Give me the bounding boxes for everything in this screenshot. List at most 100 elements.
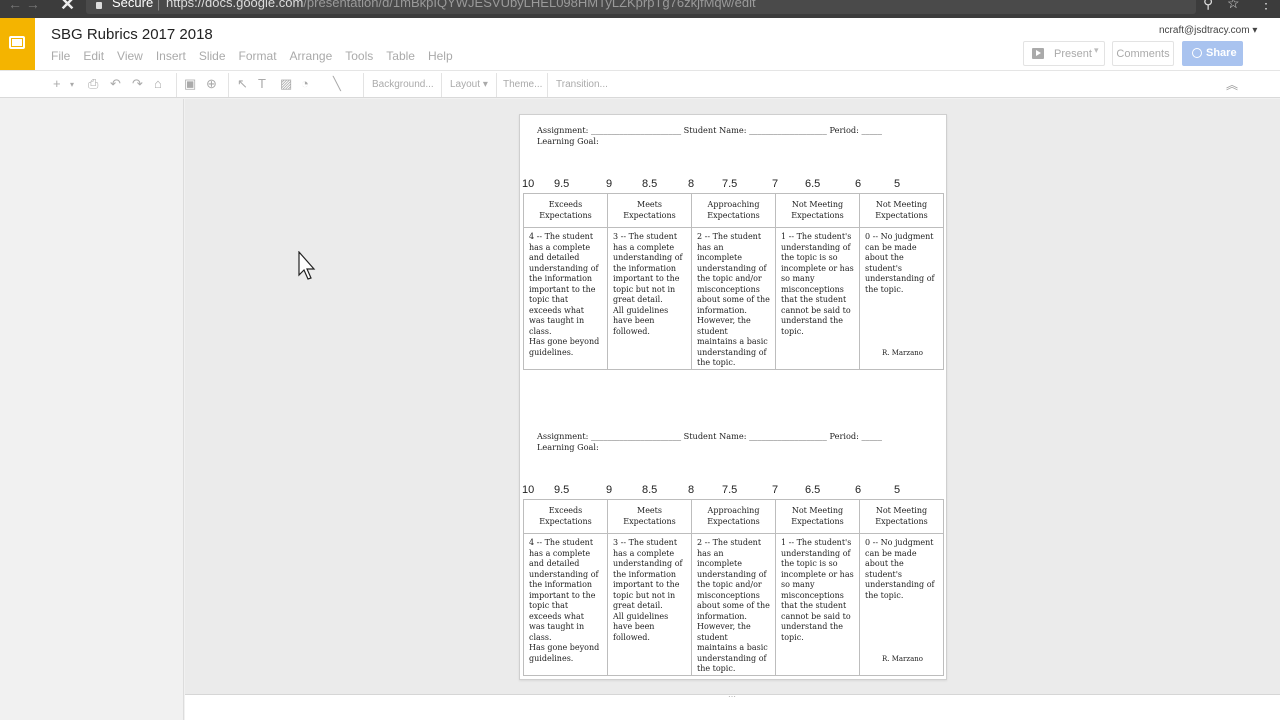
rubric-cell[interactable]: 1 -- The student's understanding of the … [775,533,860,676]
toolbar-divider [363,73,364,97]
document-title[interactable]: SBG Rubrics 2017 2018 [51,26,213,43]
bookmark-star-icon[interactable]: ☆ [1227,0,1240,12]
menu-file[interactable]: File [51,49,70,63]
notes-resize-handle[interactable]: ⋯ [728,692,737,701]
print-icon[interactable]: ⎙ [88,76,98,92]
filmstrip-panel[interactable] [0,99,184,720]
score-label: 9 [606,178,613,190]
transition-button[interactable]: Transition... [556,79,608,90]
rubric-column-title[interactable]: Not Meeting Expectations [859,193,944,228]
rubric-cell[interactable]: 2 -- The student has an incomplete under… [691,227,776,370]
select-arrow-icon[interactable]: ↖ [237,76,248,92]
menu-arrange[interactable]: Arrange [290,49,333,63]
text-box-icon[interactable]: T [258,76,266,91]
undo-icon[interactable]: ↶ [110,76,121,92]
menu-edit[interactable]: Edit [83,49,104,63]
toolbar-divider [496,73,497,97]
menu-bar: File Edit View Insert Slide Format Arrange Tool… [51,49,466,63]
rubric-table[interactable]: Exceeds Expectations Meets Expectations … [523,499,944,676]
menu-help[interactable]: Help [428,49,453,63]
rubric-cell[interactable]: 3 -- The student has a complete understa… [607,533,692,676]
rubric-cell-last[interactable]: 0 -- No judgment can be made about the s… [859,533,944,676]
account-email-text: ncraft@jsdtracy.com [1159,25,1250,36]
rubric-header-row: Exceeds Expectations Meets Expectations … [523,193,944,228]
chevron-down-icon: ▾ [1252,25,1258,36]
chevron-down-icon: ▾ [482,79,488,90]
line-icon[interactable]: ╲ [333,76,341,92]
score-label: 9 [606,484,613,496]
url-separator: | [157,0,161,11]
share-person-icon [1192,48,1202,58]
rubric-column-title[interactable]: Not Meeting Expectations [775,193,860,228]
rubric-column-title[interactable]: Exceeds Expectations [523,499,608,534]
stop-loading-icon[interactable]: ✕ [60,0,75,15]
new-slide-dropdown-icon[interactable]: ▾ [70,80,74,89]
rubric-table[interactable]: Exceeds Expectations Meets Expectations … [523,193,944,370]
account-email[interactable]: ncraft@jsdtracy.com ▾ [1159,25,1257,36]
rubric-column-title[interactable]: Not Meeting Expectations [859,499,944,534]
menu-table[interactable]: Table [386,49,415,63]
score-scale: 10 9.5 9 8.5 8 7.5 7 6.5 6 5 [520,178,948,192]
score-scale: 10 9.5 9 8.5 8 7.5 7 6.5 6 5 [520,484,948,498]
score-label: 6 [855,484,862,496]
score-label: 9.5 [554,484,570,496]
slide[interactable]: Assignment: ______________________ Stude… [519,114,947,680]
zoom-icon[interactable]: ⊕ [206,76,217,92]
toolbar-divider [176,73,177,97]
menu-slide[interactable]: Slide [199,49,226,63]
score-label: 7.5 [722,484,738,496]
slides-logo-icon[interactable] [0,18,35,70]
menu-view[interactable]: View [117,49,143,63]
rubric-cell[interactable]: 2 -- The student has an incomplete under… [691,533,776,676]
theme-button[interactable]: Theme... [503,79,542,90]
rubric-column-title[interactable]: Not Meeting Expectations [775,499,860,534]
rubric-column-title[interactable]: Exceeds Expectations [523,193,608,228]
learning-goal-label: Learning Goal: [537,442,599,452]
score-label: 9.5 [554,178,570,190]
rubric-cell-text: 0 -- No judgment can be made about the s… [865,538,935,600]
collapse-toolbar-icon[interactable]: ︽ [1226,76,1238,93]
shape-icon[interactable]: ◔ [301,76,309,91]
fit-icon[interactable]: ▣ [184,76,196,92]
score-label: 10 [522,178,535,190]
rubric-cell[interactable]: 3 -- The student has a complete understa… [607,227,692,370]
score-label: 8.5 [642,178,658,190]
back-forward-icons[interactable]: ← → [8,0,40,12]
redo-icon[interactable]: ↷ [132,76,143,92]
image-icon[interactable]: ▨ [280,76,292,92]
rubric-column-title[interactable]: Approaching Expectations [691,193,776,228]
menu-insert[interactable]: Insert [156,49,186,63]
present-dropdown-icon[interactable]: ▾ [1094,45,1099,56]
score-label: 7 [772,484,779,496]
present-button[interactable]: Present ▾ [1023,41,1105,66]
rubric-column-title[interactable]: Approaching Expectations [691,499,776,534]
url-text[interactable]: https://docs.google.com/presentation/d/1… [166,0,756,10]
rubric-cell[interactable]: 4 -- The student has a complete and deta… [523,533,608,676]
rubric-column-title[interactable]: Meets Expectations [607,193,692,228]
paint-format-icon[interactable]: ⌂ [154,76,162,91]
background-button[interactable]: Background... [372,79,434,90]
attribution: R. Marzano [882,655,923,663]
menu-format[interactable]: Format [239,49,277,63]
toolbar-divider [547,73,548,97]
score-label: 7.5 [722,178,738,190]
rubric-cell-last[interactable]: 0 -- No judgment can be made about the s… [859,227,944,370]
rubric-column-title[interactable]: Meets Expectations [607,499,692,534]
score-label: 6 [855,178,862,190]
layout-button[interactable]: Layout ▾ [450,79,488,90]
rubric-cell[interactable]: 1 -- The student's understanding of the … [775,227,860,370]
browser-menu-icon[interactable]: ⋮ [1259,0,1273,12]
toolbar-divider [228,73,229,97]
comments-button[interactable]: Comments [1112,41,1174,66]
learning-goal-label: Learning Goal: [537,136,599,146]
attribution: R. Marzano [882,349,923,357]
share-button[interactable]: Share [1182,41,1243,66]
present-label: Present [1054,48,1092,60]
new-slide-icon[interactable]: + [53,76,61,91]
rubric-cell-text: 0 -- No judgment can be made about the s… [865,232,935,294]
lock-icon [96,2,102,9]
menu-tools[interactable]: Tools [345,49,373,63]
rubric-cell[interactable]: 4 -- The student has a complete and deta… [523,227,608,370]
search-icon[interactable]: ⚲ [1203,0,1213,12]
browser-chrome: ← → ✕ Secure | https://docs.google.com/p… [0,0,1280,18]
